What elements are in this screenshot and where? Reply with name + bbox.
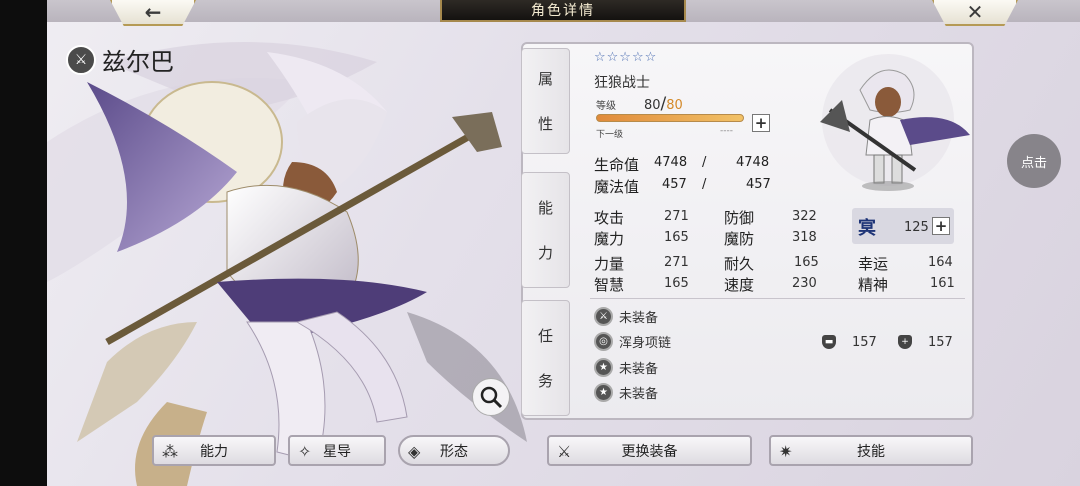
magic-defense-icon: + bbox=[898, 335, 912, 349]
weapon-icon: ⚔ bbox=[594, 307, 613, 326]
equipment-slot[interactable]: ★ 未装备 bbox=[594, 358, 658, 377]
star-guide-button[interactable]: ✧ 星导 bbox=[288, 435, 386, 466]
accessory-icon: ★ bbox=[594, 383, 613, 402]
hp-max: 4748 bbox=[736, 155, 770, 170]
stat-magic-defense-label: 魔防 bbox=[724, 230, 755, 248]
form-icon: ◈ bbox=[408, 442, 421, 461]
stat-speed-value: 230 bbox=[792, 276, 817, 291]
mp-max: 457 bbox=[746, 177, 771, 192]
section-divider bbox=[590, 298, 965, 299]
skills-button[interactable]: ✷ 技能 bbox=[769, 435, 973, 466]
click-button[interactable]: 点击 bbox=[1007, 134, 1061, 188]
level-up-button[interactable]: + bbox=[752, 114, 770, 132]
equipment-slot[interactable]: ★ 未装备 bbox=[594, 383, 658, 402]
screen-edge bbox=[0, 0, 47, 486]
equipment-label: 未装备 bbox=[619, 387, 659, 402]
stat-wisdom-value: 165 bbox=[664, 276, 689, 291]
character-illustration bbox=[47, 42, 527, 486]
hp-slash: / bbox=[702, 155, 707, 170]
skill-sparkle-icon: ✷ bbox=[779, 442, 793, 461]
character-name: 兹尔巴 bbox=[102, 48, 174, 76]
zoom-button[interactable] bbox=[472, 378, 510, 416]
equipment-slot[interactable]: ⚔ 未装备 bbox=[594, 307, 658, 326]
stat-strength-label: 力量 bbox=[594, 255, 625, 273]
level-current: 80 bbox=[644, 98, 661, 113]
page-title: 角色详情 bbox=[440, 0, 686, 22]
ability-icon: ⁂ bbox=[162, 442, 178, 461]
stat-magic-label: 魔力 bbox=[594, 230, 625, 248]
next-level-label: 下一级 bbox=[596, 130, 624, 140]
character-class: 狂狼战士 bbox=[594, 75, 650, 91]
rune-icon: 㝠 bbox=[858, 218, 876, 239]
stat-magic-defense-value: 318 bbox=[792, 230, 817, 245]
stat-speed-label: 速度 bbox=[724, 276, 755, 294]
tab-ability[interactable]: 能 力 bbox=[521, 172, 570, 288]
level-label: 等级 bbox=[596, 101, 616, 112]
close-icon: ✕ bbox=[966, 0, 984, 24]
stat-attack-label: 攻击 bbox=[594, 209, 625, 227]
stat-luck-value: 164 bbox=[928, 255, 953, 270]
rune-add-button[interactable]: + bbox=[932, 217, 950, 235]
sword-icon: ⚔ bbox=[557, 442, 572, 461]
level-max: 80 bbox=[666, 98, 683, 113]
button-label: 形态 bbox=[440, 443, 468, 460]
stat-defense-value: 322 bbox=[792, 209, 817, 224]
tab-label: 务 bbox=[537, 372, 553, 390]
tab-label: 任 bbox=[537, 327, 553, 345]
plus-icon: + bbox=[754, 113, 768, 132]
hp-current: 4748 bbox=[654, 155, 688, 170]
stat-defense-label: 防御 bbox=[724, 209, 755, 227]
tab-label: 力 bbox=[537, 244, 553, 262]
close-button[interactable]: ✕ bbox=[932, 0, 1018, 26]
character-chibi-sprite bbox=[820, 54, 970, 191]
tab-label: 属 bbox=[537, 70, 553, 88]
equipment-slot[interactable]: ◎ 浑身项链 bbox=[594, 332, 671, 351]
stat-spirit-value: 161 bbox=[930, 276, 955, 291]
level-value: 80/80 bbox=[644, 94, 683, 114]
stat-strength-value: 271 bbox=[664, 255, 689, 270]
equip-magic-defense-value: 157 bbox=[928, 335, 953, 350]
rune-value: 125 bbox=[904, 220, 929, 235]
tab-attributes[interactable]: 属 性 bbox=[521, 48, 570, 154]
plus-icon: + bbox=[934, 216, 948, 235]
equip-defense-value: 157 bbox=[852, 335, 877, 350]
element-type-icon: ⚔ bbox=[66, 44, 96, 75]
tab-label: 能 bbox=[537, 199, 553, 217]
stat-wisdom-label: 智慧 bbox=[594, 276, 625, 294]
star-guide-icon: ✧ bbox=[298, 442, 312, 461]
stat-magic-value: 165 bbox=[664, 230, 689, 245]
hp-label: 生命值 bbox=[594, 156, 640, 174]
button-label: 星导 bbox=[323, 443, 351, 460]
accessory-icon: ★ bbox=[594, 358, 613, 377]
tab-label: 性 bbox=[537, 115, 553, 133]
character-name-header: ⚔ 兹尔巴 bbox=[66, 42, 174, 77]
button-label: 更换装备 bbox=[621, 443, 678, 460]
form-button[interactable]: ◈ 形态 bbox=[398, 435, 510, 466]
stat-spirit-label: 精神 bbox=[858, 276, 889, 294]
star-rating: ☆☆☆☆☆ bbox=[594, 50, 658, 65]
experience-bar bbox=[596, 114, 744, 122]
back-arrow-icon: ← bbox=[144, 0, 162, 24]
next-level-value: ---- bbox=[720, 126, 733, 136]
mp-slash: / bbox=[702, 177, 707, 192]
button-label: 能力 bbox=[200, 443, 228, 460]
stat-endurance-value: 165 bbox=[794, 255, 819, 270]
magnifier-icon bbox=[480, 386, 503, 409]
equipment-label: 浑身项链 bbox=[619, 336, 672, 351]
stat-attack-value: 271 bbox=[664, 209, 689, 224]
necklace-icon: ◎ bbox=[594, 332, 613, 351]
stat-luck-label: 幸运 bbox=[858, 255, 889, 273]
tab-quest[interactable]: 任 务 bbox=[521, 300, 570, 416]
change-equipment-button[interactable]: ⚔ 更换装备 bbox=[547, 435, 752, 466]
equipment-label: 未装备 bbox=[619, 362, 659, 377]
mp-current: 457 bbox=[662, 177, 687, 192]
button-label: 技能 bbox=[857, 443, 885, 460]
stat-endurance-label: 耐久 bbox=[724, 255, 755, 273]
equipment-label: 未装备 bbox=[619, 311, 659, 326]
ability-button[interactable]: ⁂ 能力 bbox=[152, 435, 276, 466]
defense-icon: ▬ bbox=[822, 335, 836, 349]
mp-label: 魔法值 bbox=[594, 178, 640, 196]
